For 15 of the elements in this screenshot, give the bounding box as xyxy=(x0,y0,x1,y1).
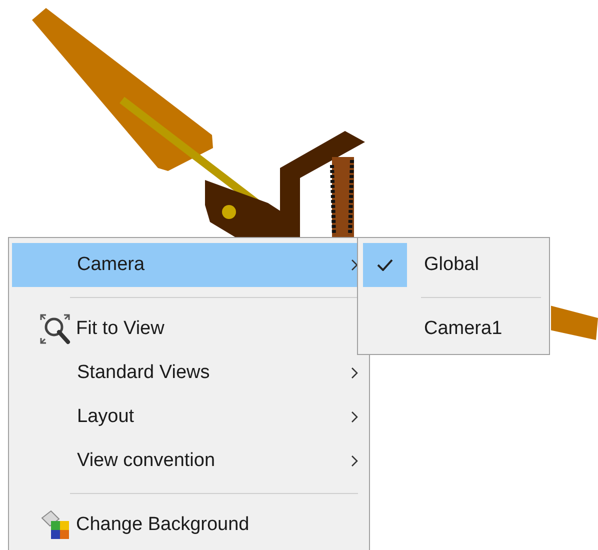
chevron-right-icon xyxy=(351,367,358,379)
menu-item[interactable]: Fit to View xyxy=(12,307,366,351)
paint-palette-icon xyxy=(39,509,71,541)
submenu-item[interactable]: Global xyxy=(363,243,544,287)
checkmark-icon xyxy=(377,259,393,271)
submenu-item[interactable]: Camera1 xyxy=(363,307,544,351)
chevron-right-icon xyxy=(351,411,358,423)
menu-item[interactable]: Standard Views xyxy=(12,351,366,395)
chevron-right-icon xyxy=(351,455,358,467)
magnifier-icon xyxy=(39,313,71,345)
model-arm-drawing xyxy=(551,305,598,340)
menu-item[interactable]: View convention xyxy=(12,439,366,483)
menu-item[interactable]: Change Background xyxy=(12,503,366,547)
menu-item[interactable]: Layout xyxy=(12,395,366,439)
chevron-right-icon xyxy=(351,259,358,271)
